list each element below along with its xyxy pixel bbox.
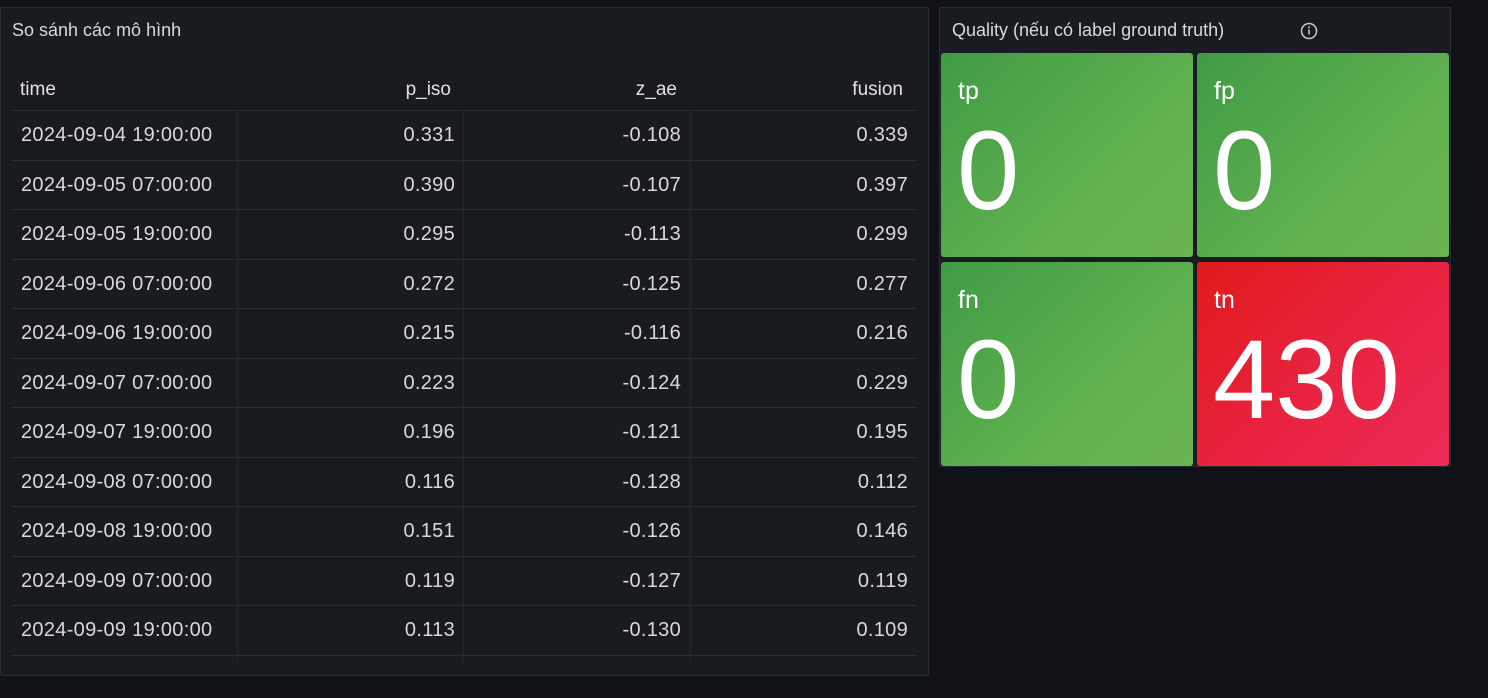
cell-time: 2024-09-06 07:00:00 xyxy=(21,272,213,295)
cell-z-ae: -0.124 xyxy=(622,371,681,394)
stat-value: 0 xyxy=(1213,108,1276,233)
table-row[interactable]: 2024-09-07 07:00:00 0.223 -0.124 0.229 xyxy=(11,359,917,408)
stat-label: fn xyxy=(958,286,979,314)
column-divider[interactable] xyxy=(463,110,464,661)
cell-fusion: 0.299 xyxy=(856,223,908,245)
column-header-p-iso[interactable]: p_iso xyxy=(406,79,451,101)
stat-value: 0 xyxy=(957,317,1020,442)
cell-z-ae: -0.108 xyxy=(622,124,681,146)
cell-time: 2024-09-05 19:00:00 xyxy=(21,223,213,245)
cell-z-ae: -0.107 xyxy=(622,173,681,196)
cell-fusion: 0.109 xyxy=(856,619,908,641)
stat-label: fp xyxy=(1214,77,1235,105)
table-row[interactable]: 2024-09-04 19:00:00 0.331 -0.108 0.339 xyxy=(11,111,917,161)
table-row[interactable]: 2024-09-05 07:00:00 0.390 -0.107 0.397 xyxy=(11,161,917,210)
cell-z-ae: -0.130 xyxy=(622,619,681,641)
table-row[interactable]: 2024-09-08 19:00:00 0.151 -0.126 0.146 xyxy=(11,507,917,557)
stat-label: tp xyxy=(958,77,979,105)
cell-p-iso: 0.116 xyxy=(404,470,455,493)
cell-time: 2024-09-09 19:00:00 xyxy=(21,619,213,641)
stat-value: 0 xyxy=(957,108,1020,233)
cell-fusion: 0.119 xyxy=(857,569,908,592)
column-header-z-ae[interactable]: z_ae xyxy=(636,79,677,101)
cell-time: 2024-09-06 19:00:00 xyxy=(21,322,213,344)
panel-title[interactable]: So sánh các mô hình xyxy=(12,20,181,41)
cell-time: 2024-09-07 07:00:00 xyxy=(21,371,213,394)
stat-tile-fp[interactable]: fp 0 xyxy=(1197,53,1449,257)
info-icon[interactable] xyxy=(1300,22,1318,40)
stat-tile-fn[interactable]: fn 0 xyxy=(941,262,1193,466)
cell-time: 2024-09-05 07:00:00 xyxy=(21,173,213,196)
cell-p-iso: 0.272 xyxy=(403,272,455,295)
cell-fusion: 0.397 xyxy=(856,173,908,196)
comparison-table: time p_iso z_ae fusion 2024-09-04 19:00:… xyxy=(11,64,917,661)
cell-fusion: 0.229 xyxy=(856,371,908,394)
cell-time: 2024-09-08 19:00:00 xyxy=(21,520,213,542)
cell-z-ae: -0.113 xyxy=(623,223,681,245)
cell-fusion: 0.112 xyxy=(857,470,908,493)
cell-fusion: 0.339 xyxy=(856,124,908,146)
cell-z-ae: -0.128 xyxy=(622,470,681,493)
cell-fusion: 0.216 xyxy=(856,322,908,344)
column-divider[interactable] xyxy=(690,110,691,661)
cell-time: 2024-09-09 07:00:00 xyxy=(21,569,213,592)
cell-p-iso: 0.119 xyxy=(404,569,455,592)
quality-panel: Quality (nếu có label ground truth) tp 0… xyxy=(939,7,1451,467)
cell-z-ae: -0.121 xyxy=(622,421,681,443)
table-row[interactable]: 2024-09-09 19:00:00 0.113 -0.130 0.109 xyxy=(11,606,917,656)
table-row[interactable]: 2024-09-05 19:00:00 0.295 -0.113 0.299 xyxy=(11,210,917,260)
cell-p-iso: 0.215 xyxy=(403,322,455,344)
cell-p-iso: 0.223 xyxy=(403,371,455,394)
cell-p-iso: 0.390 xyxy=(403,173,455,196)
cell-fusion: 0.195 xyxy=(856,421,908,443)
cell-time: 2024-09-07 19:00:00 xyxy=(21,421,213,443)
table-row[interactable]: 2024-09-06 19:00:00 0.215 -0.116 0.216 xyxy=(11,309,917,359)
cell-p-iso: 0.151 xyxy=(403,520,455,542)
cell-fusion: 0.277 xyxy=(856,272,908,295)
cell-p-iso: 0.331 xyxy=(403,124,455,146)
stat-label: tn xyxy=(1214,286,1235,314)
table-row[interactable]: 2024-09-06 07:00:00 0.272 -0.125 0.277 xyxy=(11,260,917,309)
cell-time: 2024-09-04 19:00:00 xyxy=(21,124,213,146)
cell-p-iso: 0.295 xyxy=(403,223,455,245)
cell-p-iso: 0.113 xyxy=(404,619,455,641)
table-header: time p_iso z_ae fusion xyxy=(11,64,917,111)
stat-value: 430 xyxy=(1213,317,1400,442)
column-header-time[interactable]: time xyxy=(20,79,56,101)
table-row[interactable]: 2024-09-08 07:00:00 0.116 -0.128 0.112 xyxy=(11,458,917,507)
cell-z-ae: -0.127 xyxy=(622,569,681,592)
stat-tile-tn[interactable]: tn 430 xyxy=(1197,262,1449,466)
model-comparison-panel: So sánh các mô hình time p_iso z_ae fusi… xyxy=(0,7,929,676)
cell-fusion: 0.146 xyxy=(856,520,908,542)
table-row[interactable]: 2024-09-09 07:00:00 0.119 -0.127 0.119 xyxy=(11,557,917,606)
cell-z-ae: -0.126 xyxy=(622,520,681,542)
cell-p-iso: 0.196 xyxy=(403,421,455,443)
panel-title[interactable]: Quality (nếu có label ground truth) xyxy=(952,20,1224,41)
cell-time: 2024-09-08 07:00:00 xyxy=(21,470,213,493)
cell-z-ae: -0.125 xyxy=(622,272,681,295)
column-header-fusion[interactable]: fusion xyxy=(852,79,903,101)
column-divider[interactable] xyxy=(237,110,238,661)
table-row[interactable]: 2024-09-07 19:00:00 0.196 -0.121 0.195 xyxy=(11,408,917,458)
cell-z-ae: -0.116 xyxy=(623,322,681,344)
stat-tile-tp[interactable]: tp 0 xyxy=(941,53,1193,257)
table-body: 2024-09-04 19:00:00 0.331 -0.108 0.339 2024-… xyxy=(11,111,917,656)
